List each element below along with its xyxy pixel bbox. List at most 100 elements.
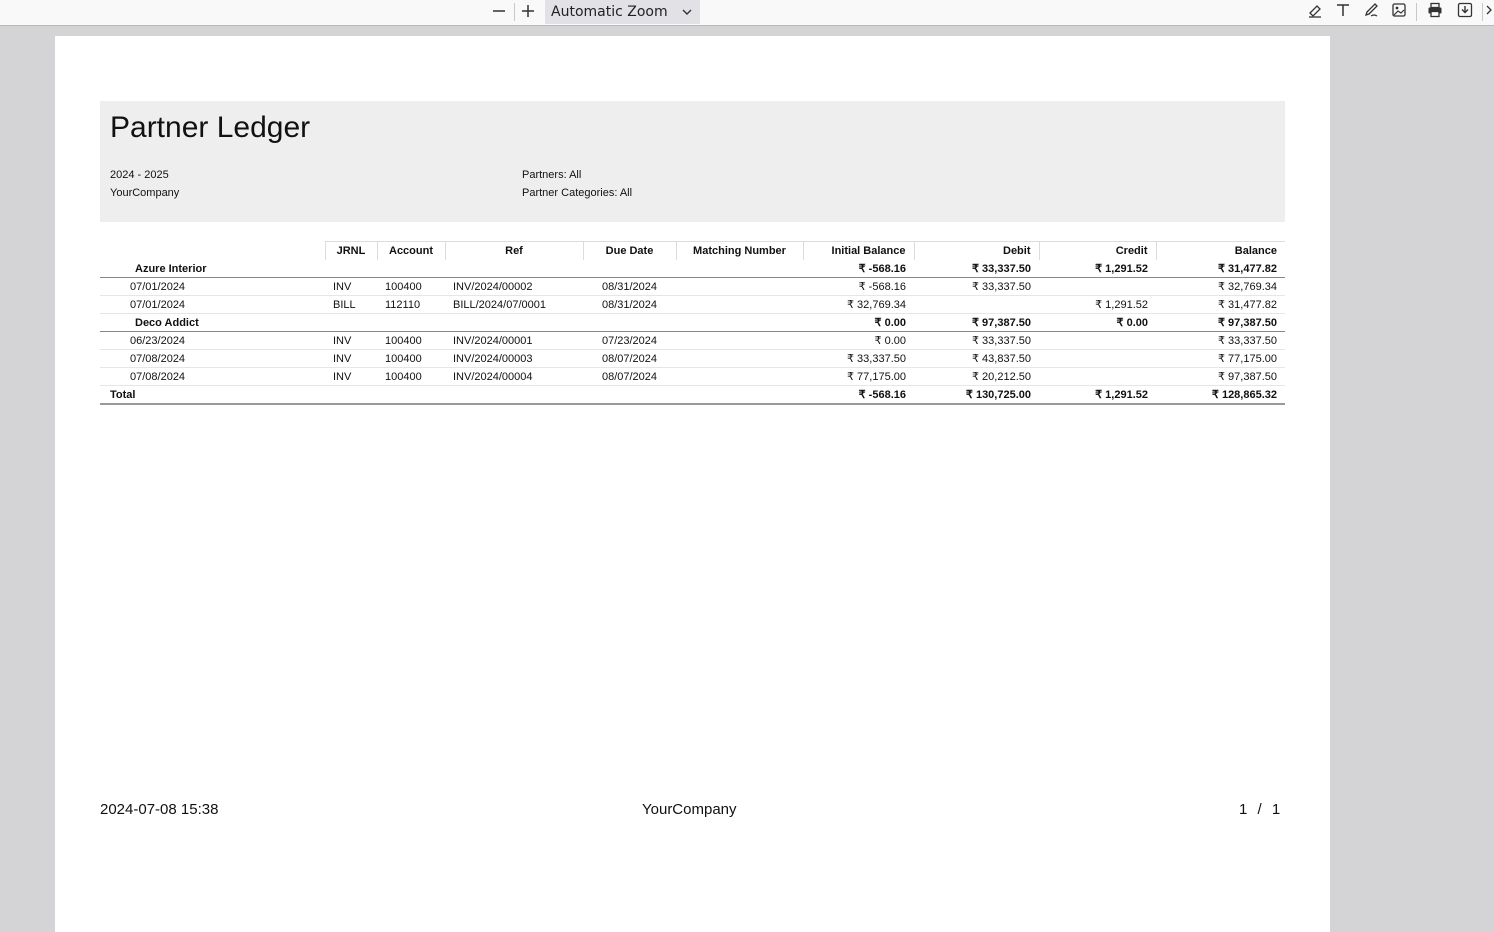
line-initial-balance: ₹ 33,337.50 <box>803 349 914 368</box>
viewer-toolbar: Automatic Zoom <box>0 0 1494 26</box>
line-journal: INV <box>325 277 377 296</box>
download-button[interactable] <box>1452 0 1478 24</box>
download-icon <box>1457 2 1473 22</box>
print-button[interactable] <box>1422 0 1448 24</box>
header-due-date: Due Date <box>582 241 676 260</box>
partners-filter: Partners: All <box>522 169 582 181</box>
line-date: 07/08/2024 <box>100 349 325 368</box>
toolbar-divider <box>1482 3 1483 21</box>
add-text-button[interactable] <box>1330 0 1356 24</box>
line-initial-balance: ₹ 77,175.00 <box>803 367 914 386</box>
total-initial-balance: ₹ -568.16 <box>803 385 914 405</box>
page-total: 1 <box>1271 801 1281 818</box>
total-debit: ₹ 130,725.00 <box>914 385 1039 405</box>
line-due-date: 08/07/2024 <box>583 349 676 368</box>
text-icon <box>1335 2 1351 22</box>
header-debit: Debit <box>913 241 1039 260</box>
zoom-out-button[interactable] <box>486 0 512 24</box>
line-due-date: 08/31/2024 <box>583 277 676 296</box>
footer-company: YourCompany <box>642 801 737 818</box>
line-credit <box>1039 331 1156 350</box>
line-account: 100400 <box>377 367 445 386</box>
line-balance: ₹ 32,769.34 <box>1156 277 1285 296</box>
line-account: 100400 <box>377 331 445 350</box>
table-row[interactable]: 07/08/2024 INV 100400 INV/2024/00003 08/… <box>100 349 1285 368</box>
line-credit: ₹ 1,291.52 <box>1039 295 1156 314</box>
zoom-out-icon <box>492 3 506 22</box>
line-journal: INV <box>325 349 377 368</box>
line-debit: ₹ 33,337.50 <box>914 277 1039 296</box>
highlight-icon <box>1307 2 1323 22</box>
line-debit <box>914 295 1039 314</box>
image-icon <box>1391 2 1407 22</box>
line-debit: ₹ 43,837.50 <box>914 349 1039 368</box>
zoom-in-button[interactable] <box>515 0 541 24</box>
partner-balance: ₹ 31,477.82 <box>1156 260 1285 278</box>
report-period: 2024 - 2025 <box>110 169 169 181</box>
line-account: 100400 <box>377 277 445 296</box>
partner-row[interactable]: Azure Interior ₹ -568.16 ₹ 33,337.50 ₹ 1… <box>100 260 1285 278</box>
header-credit: Credit <box>1038 241 1156 260</box>
partner-row[interactable]: Deco Addict ₹ 0.00 ₹ 97,387.50 ₹ 0.00 ₹ … <box>100 313 1285 332</box>
line-credit <box>1039 349 1156 368</box>
header-initial-balance: Initial Balance <box>802 241 914 260</box>
line-debit: ₹ 33,337.50 <box>914 331 1039 350</box>
partner-debit: ₹ 97,387.50 <box>914 313 1039 332</box>
chevron-right-icon <box>1484 2 1494 22</box>
line-date: 07/01/2024 <box>100 277 325 296</box>
total-balance: ₹ 128,865.32 <box>1156 385 1285 405</box>
page-current: 1 <box>1239 801 1248 818</box>
header-blank <box>100 242 325 261</box>
report-filters-block: Partners: All Partner Categories: All <box>522 166 632 202</box>
draw-icon <box>1363 2 1379 22</box>
line-credit <box>1039 367 1156 386</box>
report-period-block: 2024 - 2025 YourCompany <box>110 166 179 202</box>
partner-debit: ₹ 33,337.50 <box>914 260 1039 278</box>
add-image-button[interactable] <box>1386 0 1412 24</box>
line-initial-balance: ₹ 32,769.34 <box>803 295 914 314</box>
line-date: 07/01/2024 <box>100 295 325 314</box>
line-initial-balance: ₹ -568.16 <box>803 277 914 296</box>
table-row[interactable]: 07/08/2024 INV 100400 INV/2024/00004 08/… <box>100 367 1285 386</box>
draw-button[interactable] <box>1358 0 1384 24</box>
partner-credit: ₹ 1,291.52 <box>1039 260 1156 278</box>
zoom-in-icon <box>521 3 535 22</box>
table-row[interactable]: 07/01/2024 INV 100400 INV/2024/00002 08/… <box>100 277 1285 296</box>
highlight-button[interactable] <box>1302 0 1328 24</box>
print-icon <box>1427 2 1443 22</box>
partner-credit: ₹ 0.00 <box>1039 313 1156 332</box>
header-account: Account <box>376 241 445 260</box>
line-journal: INV <box>325 331 377 350</box>
footer-timestamp: 2024-07-08 15:38 <box>100 801 219 818</box>
partner-categories-filter: Partner Categories: All <box>522 187 633 199</box>
total-row: Total ₹ -568.16 ₹ 130,725.00 ₹ 1,291.52 … <box>100 385 1285 405</box>
line-matching-number <box>676 349 803 368</box>
chevron-down-icon <box>682 8 692 16</box>
header-balance: Balance <box>1155 241 1285 260</box>
table-row[interactable]: 06/23/2024 INV 100400 INV/2024/00001 07/… <box>100 331 1285 350</box>
line-journal: INV <box>325 367 377 386</box>
line-balance: ₹ 33,337.50 <box>1156 331 1285 350</box>
line-due-date: 08/07/2024 <box>583 367 676 386</box>
line-ref: INV/2024/00002 <box>445 277 583 296</box>
zoom-select-label: Automatic Zoom <box>551 4 668 20</box>
more-tools-button[interactable] <box>1484 0 1494 24</box>
partner-name: Azure Interior <box>100 260 325 278</box>
total-label: Total <box>100 385 325 405</box>
report-header: Partner Ledger 2024 - 2025 YourCompany P… <box>100 101 1285 222</box>
line-account: 112110 <box>377 295 445 314</box>
line-account: 100400 <box>377 349 445 368</box>
ledger-table: JRNL Account Ref Due Date Matching Numbe… <box>100 241 1285 405</box>
report-company: YourCompany <box>110 187 180 199</box>
page-number: 1 / 1 <box>1239 801 1280 818</box>
partner-name: Deco Addict <box>100 313 325 332</box>
partner-balance: ₹ 97,387.50 <box>1156 313 1285 332</box>
line-balance: ₹ 77,175.00 <box>1156 349 1285 368</box>
line-matching-number <box>676 331 803 350</box>
header-matching-number: Matching Number <box>675 241 803 260</box>
page-separator: / <box>1257 801 1262 818</box>
table-row[interactable]: 07/01/2024 BILL 112110 BILL/2024/07/0001… <box>100 295 1285 314</box>
partner-initial-balance: ₹ -568.16 <box>803 260 914 278</box>
total-credit: ₹ 1,291.52 <box>1039 385 1156 405</box>
zoom-select[interactable]: Automatic Zoom <box>545 0 700 24</box>
